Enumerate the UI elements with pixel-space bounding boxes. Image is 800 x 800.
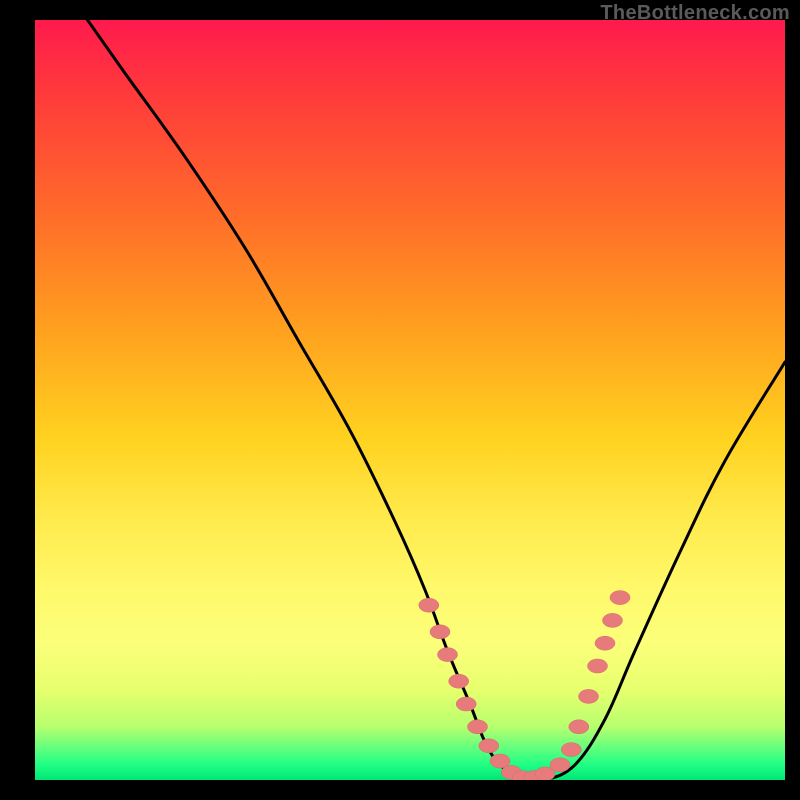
highlight-dot — [588, 659, 608, 673]
highlight-dot — [419, 598, 439, 612]
highlight-dot — [468, 720, 488, 734]
highlight-dot — [603, 613, 623, 627]
highlight-dots-group — [419, 591, 630, 780]
highlight-dot — [438, 648, 458, 662]
highlight-dot — [561, 743, 581, 757]
highlight-dot — [550, 758, 570, 772]
highlight-dot — [595, 636, 615, 650]
highlight-dot — [430, 625, 450, 639]
highlight-dot — [569, 720, 589, 734]
highlight-dot — [456, 697, 476, 711]
watermark-label: TheBottleneck.com — [600, 2, 790, 25]
bottleneck-curve — [88, 20, 786, 780]
highlight-dot — [449, 674, 469, 688]
curve-svg — [35, 20, 785, 780]
highlight-dot — [610, 591, 630, 605]
highlight-dot — [579, 689, 599, 703]
chart-frame: TheBottleneck.com — [0, 0, 800, 800]
plot-area — [35, 20, 785, 780]
highlight-dot — [479, 739, 499, 753]
